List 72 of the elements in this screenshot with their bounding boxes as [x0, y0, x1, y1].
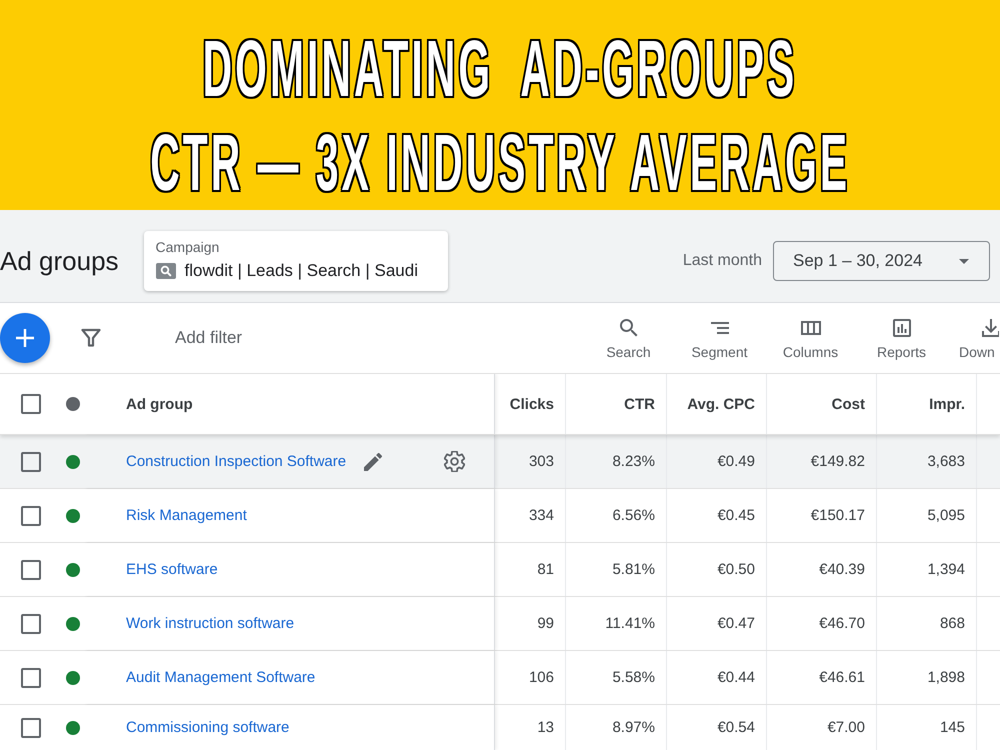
status-dot-icon [66, 397, 80, 411]
campaign-selector[interactable]: Campaign flowdit | Leads | Search | Saudi [144, 231, 448, 291]
table-cell: €0.54 [667, 705, 767, 750]
search-icon [156, 263, 176, 279]
table-cell: 3,683 [877, 435, 977, 488]
plus-icon [15, 328, 35, 348]
column-header[interactable]: Cost [767, 374, 877, 434]
table-cell: 334 [495, 489, 566, 542]
filter-icon[interactable] [81, 328, 101, 348]
table-cell: €0.50 [667, 543, 767, 596]
date-range-label: Last month [682, 252, 762, 270]
checkbox[interactable] [21, 506, 41, 526]
table-cell: €40.39 [767, 543, 877, 596]
ad-group-link[interactable]: Commissioning software [126, 719, 290, 736]
checkbox[interactable] [21, 560, 41, 580]
table-cell: €0.45 [667, 489, 767, 542]
table-cell: 6.56% [566, 489, 667, 542]
headline: CTR — 3X INDUSTRY AVERAGE [150, 117, 850, 209]
table-cell: €46.70 [767, 597, 877, 650]
page-title: Ad groups [0, 246, 119, 276]
checkbox[interactable] [21, 614, 41, 634]
campaign-label: Campaign [156, 239, 220, 256]
column-header[interactable]: CTR [566, 374, 667, 434]
table-cell: 99 [495, 597, 566, 650]
table-cell: 145 [877, 705, 977, 750]
table-cell: 303 [495, 435, 566, 488]
table-cell: 81 [495, 543, 566, 596]
ad-group-link[interactable]: Work instruction software [126, 615, 294, 632]
table-cell: 1,394 [877, 543, 977, 596]
table-cell: 8.23% [566, 435, 667, 488]
table-cell: €7.00 [767, 705, 877, 750]
column-header[interactable]: Impr. [877, 374, 977, 434]
column-header[interactable]: Clicks [495, 374, 566, 434]
caret-icon [959, 258, 969, 264]
table-cell: 5.81% [566, 543, 667, 596]
ad-group-link[interactable]: Construction Inspection Software [126, 453, 346, 470]
filter-field[interactable]: Add filter [159, 318, 583, 358]
table-cell: 5.58% [566, 651, 667, 704]
download-icon [979, 316, 999, 340]
table-cell: €0.49 [667, 435, 767, 488]
toolbar-button[interactable]: Reports [856, 308, 947, 368]
ad-group-link[interactable]: Risk Management [126, 507, 247, 524]
table-cell: 5,095 [877, 489, 977, 542]
toolbar-button[interactable]: Segment [674, 308, 765, 368]
table-cell: 13 [495, 705, 566, 750]
campaign-name: flowdit | Leads | Search | Saudi [184, 261, 418, 281]
table-cell: €46.61 [767, 651, 877, 704]
table-cell: 868 [877, 597, 977, 650]
toolbar-button[interactable]: Search [583, 308, 674, 368]
table-cell: 106 [495, 651, 566, 704]
add-button[interactable] [0, 313, 50, 363]
checkbox[interactable] [21, 394, 41, 414]
table-cell: 11.41% [566, 597, 667, 650]
table-cell: 8.97% [566, 705, 667, 750]
table-cell: €0.44 [667, 651, 767, 704]
date-range-dropdown[interactable]: Sep 1 – 30, 2024 [773, 241, 990, 281]
toolbar-button[interactable]: Columns [765, 308, 856, 368]
column-header[interactable]: Ad group [84, 374, 495, 434]
table-cell: 1,898 [877, 651, 977, 704]
table-cell: €0.47 [667, 597, 767, 650]
pencil-icon[interactable] [364, 452, 382, 470]
ad-group-link[interactable]: Audit Management Software [126, 669, 316, 686]
headline: DOMINATING AD-GROUPS [202, 23, 798, 115]
toolbar-button[interactable]: Down [947, 308, 999, 368]
table-cell: €150.17 [767, 489, 877, 542]
checkbox[interactable] [21, 452, 41, 472]
checkbox[interactable] [21, 718, 41, 738]
checkbox[interactable] [21, 668, 41, 688]
gear-icon[interactable] [444, 451, 465, 472]
column-header[interactable]: Avg. CPC [667, 374, 767, 434]
ad-group-link[interactable]: EHS software [126, 561, 218, 578]
table-cell: €149.82 [767, 435, 877, 488]
